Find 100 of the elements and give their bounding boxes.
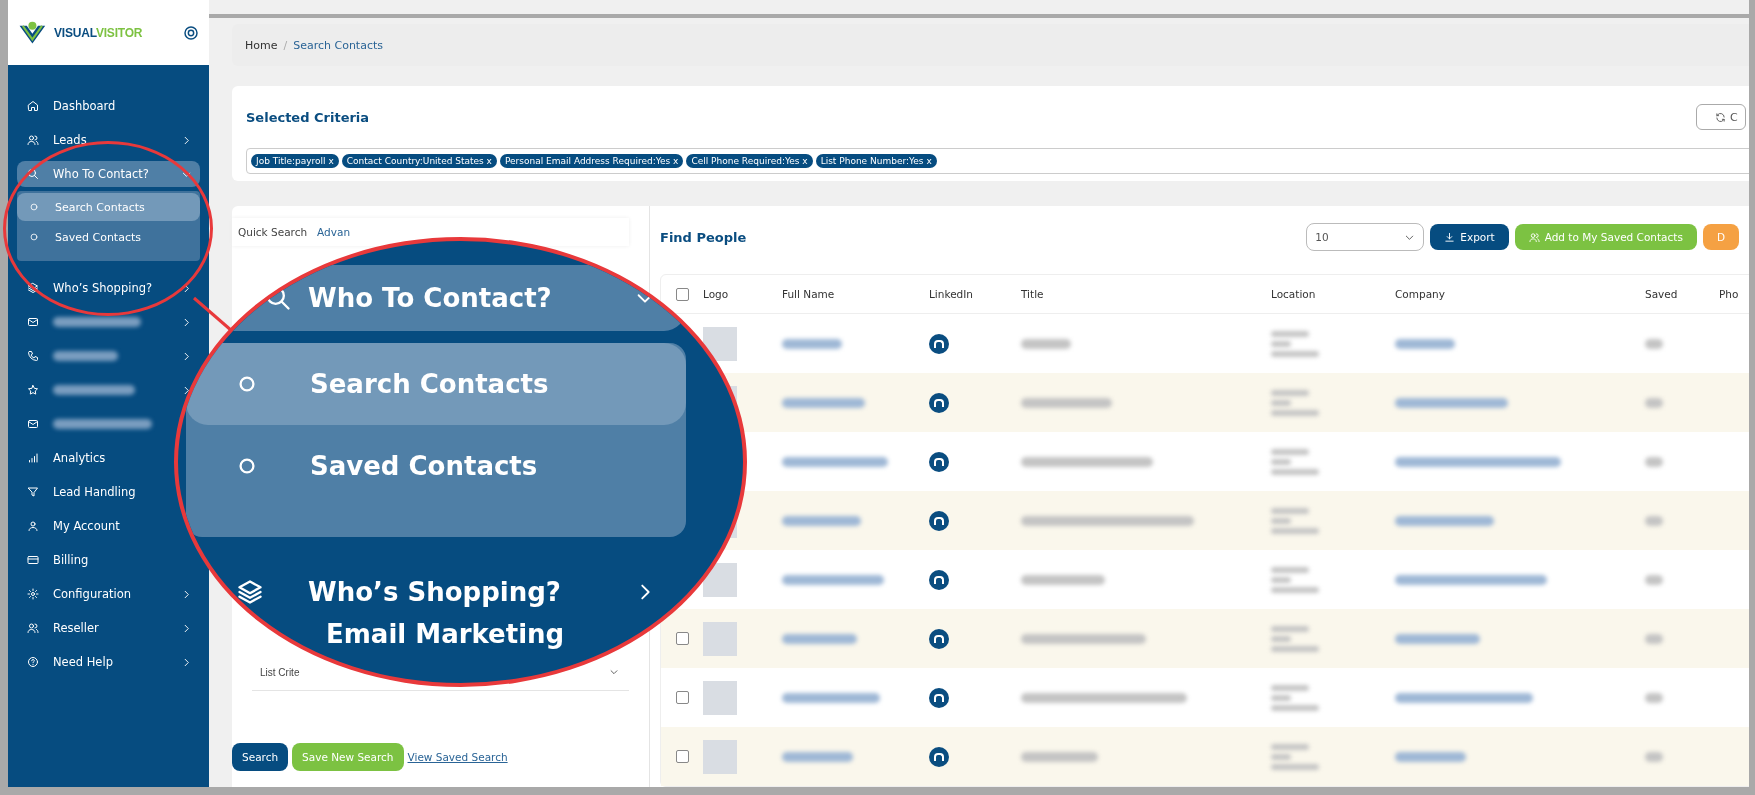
nav-item[interactable]: Who To Contact? — [17, 161, 200, 187]
row-checkbox[interactable] — [675, 632, 689, 645]
criteria-tag[interactable]: Job Title:payroll x — [251, 154, 339, 169]
criteria-tag[interactable]: Cell Phone Required:Yes x — [686, 154, 813, 169]
search-icon — [27, 168, 39, 180]
nav-item[interactable]: Configuration — [53, 587, 131, 601]
row-checkbox[interactable] — [675, 691, 689, 704]
clear-button[interactable]: C — [1696, 104, 1746, 131]
criteria-tag[interactable]: Contact Country:United States x — [341, 154, 497, 169]
blurred-text — [1271, 330, 1309, 337]
blurred-text — [1271, 399, 1291, 406]
magnified-submenu-item: Search Contacts — [186, 343, 686, 425]
row-checkbox[interactable] — [675, 750, 689, 763]
blurred-text — [1271, 576, 1291, 583]
nav-item[interactable]: Billing — [53, 553, 89, 567]
breadcrumb-separator: / — [283, 38, 288, 52]
blurred-text — [1271, 743, 1309, 750]
linkedin-icon[interactable] — [929, 392, 949, 413]
blurred-text — [1271, 458, 1291, 465]
select-all-checkbox[interactable] — [675, 287, 689, 301]
settings-icon — [27, 588, 39, 600]
blurred-text — [1271, 468, 1319, 475]
blurred-text — [1271, 753, 1291, 760]
blurred-text — [1271, 586, 1319, 593]
blurred-text — [1271, 448, 1309, 455]
envelope-icon — [27, 316, 39, 328]
export-button[interactable]: Export — [1430, 224, 1509, 250]
breadcrumb-link[interactable]: Search Contacts — [293, 38, 384, 52]
column-header: LinkedIn — [929, 288, 973, 300]
blurred-text — [1395, 751, 1466, 762]
nav-item[interactable]: Reseller — [53, 621, 99, 635]
blurred-text — [1271, 389, 1309, 396]
nav-item[interactable]: Leads — [53, 133, 87, 147]
blurred-text — [1645, 456, 1663, 467]
blurred-text — [1271, 517, 1291, 524]
nav-item[interactable]: Lead Handling — [53, 485, 136, 499]
linkedin-icon[interactable] — [929, 333, 949, 354]
column-header: Location — [1271, 288, 1316, 300]
blurred-text — [1271, 340, 1291, 347]
users-icon — [1528, 231, 1540, 243]
magnified-submenu-item: Saved Contacts — [186, 425, 686, 507]
blurred-text — [1271, 704, 1319, 711]
action-button[interactable]: Search — [232, 743, 289, 771]
blurred-text — [1271, 694, 1291, 701]
list-criteria-label[interactable]: List Crite — [260, 666, 300, 678]
magnified-nav-label: Who’s Shopping? — [308, 577, 561, 607]
nav-item[interactable]: Dashboard — [53, 99, 116, 113]
column-header: Full Name — [782, 288, 835, 300]
column-header: Saved — [1645, 288, 1678, 300]
linkedin-icon[interactable] — [929, 451, 949, 472]
criteria-tag[interactable]: List Phone Number:Yes x — [815, 154, 937, 169]
bar-chart-icon — [27, 452, 39, 464]
help-icon — [27, 656, 39, 668]
envelope-icon — [27, 418, 39, 430]
blurred-text — [1645, 633, 1663, 644]
blurred-text — [1271, 507, 1309, 514]
page-size-select[interactable]: 10 — [1306, 223, 1425, 251]
linkedin-icon[interactable] — [929, 746, 949, 767]
blurred-text — [53, 351, 118, 361]
linkedin-icon[interactable] — [929, 510, 949, 531]
credit-card-icon — [27, 554, 39, 566]
circle-icon — [29, 232, 39, 242]
download-icon — [1444, 231, 1456, 243]
blurred-text — [782, 751, 853, 762]
blurred-text — [1645, 397, 1663, 408]
logo-wordmark: VISUALVISITOR — [54, 25, 143, 40]
nav-item[interactable]: Who’s Shopping? — [53, 281, 153, 295]
blurred-text — [1645, 338, 1663, 349]
criteria-field[interactable]: Job Title:payroll x Contact Country:United States x Personal Email Address Required:Yes x Cell Phone Required:Yes x List Phone Number:Yes x — [246, 148, 1749, 175]
circle-icon — [29, 202, 39, 212]
target-icon — [183, 24, 199, 41]
users-icon — [27, 622, 39, 634]
star-icon — [27, 384, 39, 396]
blurred-text — [1271, 350, 1319, 357]
blurred-text — [1021, 338, 1071, 349]
search-tab[interactable]: Quick Search — [238, 226, 308, 238]
blurred-text — [1395, 338, 1455, 349]
blurred-text — [1271, 763, 1319, 770]
linkedin-icon[interactable] — [929, 569, 949, 590]
user-icon — [27, 520, 39, 532]
blurred-text — [1645, 692, 1663, 703]
blurred-text — [1645, 751, 1663, 762]
blurred-text — [1645, 515, 1663, 526]
submenu-item[interactable]: Saved Contacts — [55, 230, 141, 244]
linkedin-icon[interactable] — [929, 628, 949, 649]
nav-item[interactable]: Need Help — [53, 655, 113, 669]
nav-item[interactable]: My Account — [53, 519, 120, 533]
search-tab[interactable]: Advan — [317, 226, 351, 238]
panel-title: Find People — [660, 229, 747, 245]
blurred-text — [1271, 566, 1309, 573]
layers-icon — [27, 282, 39, 294]
criteria-tag[interactable]: Personal Email Address Required:Yes x — [499, 154, 684, 169]
magnified-nav-label: Email Marketing — [326, 619, 565, 649]
blurred-text — [1271, 625, 1309, 632]
nav-item[interactable]: Analytics — [53, 451, 106, 465]
view-saved-search-link[interactable]: View Saved Search — [407, 751, 508, 763]
phone-icon — [27, 350, 39, 362]
blurred-text — [1271, 635, 1291, 642]
breadcrumb-link[interactable]: Home — [245, 38, 278, 52]
linkedin-icon[interactable] — [929, 687, 949, 708]
